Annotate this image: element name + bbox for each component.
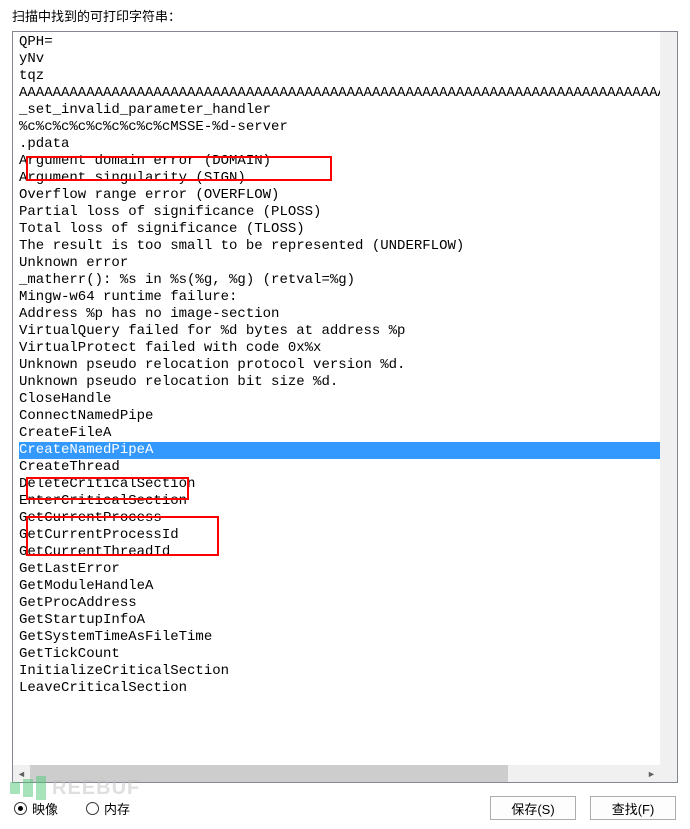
list-item[interactable]: EnterCriticalSection xyxy=(19,493,671,510)
list-item[interactable]: CloseHandle xyxy=(19,391,671,408)
radio-label: 内存 xyxy=(104,799,130,818)
list-item[interactable]: Argument singularity (SIGN) xyxy=(19,170,671,187)
list-item[interactable]: VirtualQuery failed for %d bytes at addr… xyxy=(19,323,671,340)
list-item[interactable]: Address %p has no image-section xyxy=(19,306,671,323)
list-item[interactable]: yNv xyxy=(19,51,671,68)
radio-icon xyxy=(14,802,27,815)
list-item[interactable]: GetModuleHandleA xyxy=(19,578,671,595)
scroll-left-icon[interactable]: ◄ xyxy=(13,765,30,782)
list-item[interactable]: GetLastError xyxy=(19,561,671,578)
scroll-corner xyxy=(660,765,677,782)
list-item[interactable]: GetCurrentProcess xyxy=(19,510,671,527)
list-item[interactable]: Unknown pseudo relocation bit size %d. xyxy=(19,374,671,391)
list-item[interactable]: .pdata xyxy=(19,136,671,153)
list-item[interactable]: _set_invalid_parameter_handler xyxy=(19,102,671,119)
list-item[interactable]: ConnectNamedPipe xyxy=(19,408,671,425)
list-item[interactable]: CreateNamedPipeA xyxy=(19,442,671,459)
scroll-track[interactable] xyxy=(30,765,643,782)
list-item[interactable]: LeaveCriticalSection xyxy=(19,680,671,697)
scroll-thumb[interactable] xyxy=(30,765,508,782)
list-item[interactable]: Total loss of significance (TLOSS) xyxy=(19,221,671,238)
list-item[interactable]: GetSystemTimeAsFileTime xyxy=(19,629,671,646)
list-item[interactable]: AAAAAAAAAAAAAAAAAAAAAAAAAAAAAAAAAAAAAAAA… xyxy=(19,85,671,102)
list-item[interactable]: GetCurrentThreadId xyxy=(19,544,671,561)
find-button[interactable]: 查找(F) xyxy=(590,796,676,820)
list-item[interactable]: Partial loss of significance (PLOSS) xyxy=(19,204,671,221)
list-item[interactable]: _matherr(): %s in %s(%g, %g) (retval=%g) xyxy=(19,272,671,289)
scroll-right-icon[interactable]: ► xyxy=(643,765,660,782)
list-item[interactable]: GetProcAddress xyxy=(19,595,671,612)
list-item[interactable]: GetCurrentProcessId xyxy=(19,527,671,544)
radio-label: 映像 xyxy=(32,799,58,818)
section-label: 扫描中找到的可打印字符串： xyxy=(12,6,678,25)
list-item[interactable]: Overflow range error (OVERFLOW) xyxy=(19,187,671,204)
save-button[interactable]: 保存(S) xyxy=(490,796,576,820)
list-item[interactable]: Unknown error xyxy=(19,255,671,272)
list-item[interactable]: The result is too small to be represente… xyxy=(19,238,671,255)
list-item[interactable]: CreateThread xyxy=(19,459,671,476)
list-item[interactable]: tqz xyxy=(19,68,671,85)
list-item[interactable]: QPH= xyxy=(19,34,671,51)
horizontal-scrollbar[interactable]: ◄ ► xyxy=(13,765,660,782)
strings-listbox[interactable]: QPH=yNvtqzAAAAAAAAAAAAAAAAAAAAAAAAAAAAAA… xyxy=(12,31,678,783)
list-item[interactable]: GetTickCount xyxy=(19,646,671,663)
list-item[interactable]: InitializeCriticalSection xyxy=(19,663,671,680)
list-item[interactable]: %c%c%c%c%c%c%c%c%cMSSE-%d-server xyxy=(19,119,671,136)
list-item[interactable]: Mingw-w64 runtime failure: xyxy=(19,289,671,306)
radio-memory[interactable]: 内存 xyxy=(86,799,130,818)
bottom-controls: 映像 内存 保存(S) 查找(F) xyxy=(12,783,678,829)
vertical-scrollbar[interactable] xyxy=(660,32,677,765)
radio-icon xyxy=(86,802,99,815)
list-item[interactable]: Unknown pseudo relocation protocol versi… xyxy=(19,357,671,374)
list-item[interactable]: CreateFileA xyxy=(19,425,671,442)
list-item[interactable]: GetStartupInfoA xyxy=(19,612,671,629)
list-item[interactable]: VirtualProtect failed with code 0x%x xyxy=(19,340,671,357)
radio-image[interactable]: 映像 xyxy=(14,799,58,818)
list-item[interactable]: Argument domain error (DOMAIN) xyxy=(19,153,671,170)
list-item[interactable]: DeleteCriticalSection xyxy=(19,476,671,493)
source-radio-group: 映像 内存 xyxy=(14,799,490,818)
